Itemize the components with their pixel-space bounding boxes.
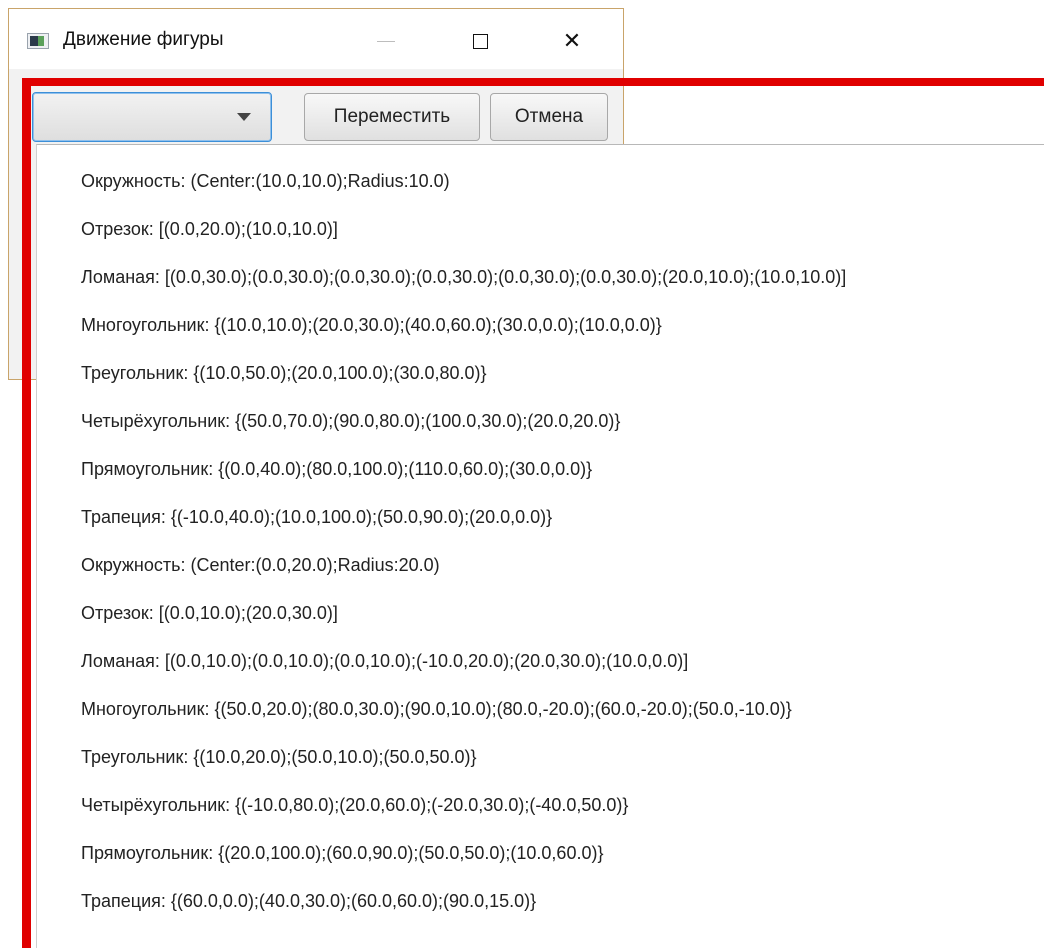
list-item[interactable]: Прямоугольник: {(0.0,40.0);(80.0,100.0);… [81, 445, 592, 493]
chevron-down-icon[interactable] [237, 113, 251, 121]
minimize-button[interactable] [363, 21, 409, 61]
list-item[interactable]: Отрезок: [(0.0,10.0);(20.0,30.0)] [81, 589, 338, 637]
list-item[interactable]: Многоугольник: {(50.0,20.0);(80.0,30.0);… [81, 685, 792, 733]
list-item[interactable]: Прямоугольник: {(20.0,100.0);(60.0,90.0)… [81, 829, 603, 877]
list-item[interactable]: Окружность: (Center:(10.0,10.0);Radius:1… [81, 157, 450, 205]
app-icon [27, 33, 49, 49]
list-item[interactable]: Трапеция: {(-10.0,40.0);(10.0,100.0);(50… [81, 493, 552, 541]
shape-combo-box[interactable] [32, 92, 272, 142]
highlight-border-top [22, 78, 1044, 86]
list-item[interactable]: Ломаная: [(0.0,30.0);(0.0,30.0);(0.0,30.… [81, 253, 846, 301]
maximize-icon [472, 33, 488, 49]
highlight-border-left [22, 78, 31, 948]
list-item[interactable]: Отрезок: [(0.0,20.0);(10.0,10.0)] [81, 205, 338, 253]
maximize-button[interactable] [457, 21, 503, 61]
list-item[interactable]: Трапеция: {(60.0,0.0);(40.0,30.0);(60.0,… [81, 877, 536, 925]
move-button[interactable]: Переместить [304, 93, 480, 141]
list-item[interactable]: Окружность: (Center:(0.0,20.0);Radius:20… [81, 541, 440, 589]
list-item[interactable]: Четырёхугольник: {(50.0,70.0);(90.0,80.0… [81, 397, 620, 445]
list-item[interactable]: Четырёхугольник: {(-10.0,80.0);(20.0,60.… [81, 781, 628, 829]
list-item[interactable]: Многоугольник: {(10.0,10.0);(20.0,30.0);… [81, 301, 662, 349]
list-item[interactable]: Треугольник: {(10.0,20.0);(50.0,10.0);(5… [81, 733, 477, 781]
minimize-icon [377, 40, 395, 42]
title-bar[interactable]: Движение фигуры ✕ [9, 9, 623, 69]
list-item[interactable]: Треугольник: {(10.0,50.0);(20.0,100.0);(… [81, 349, 487, 397]
combo-dropdown-list[interactable]: Окружность: (Center:(10.0,10.0);Radius:1… [36, 144, 1044, 948]
close-icon: ✕ [562, 28, 582, 53]
cancel-button[interactable]: Отмена [490, 93, 608, 141]
close-button[interactable]: ✕ [549, 21, 595, 61]
list-item[interactable]: Ломаная: [(0.0,10.0);(0.0,10.0);(0.0,10.… [81, 637, 688, 685]
window-title: Движение фигуры [63, 29, 224, 50]
